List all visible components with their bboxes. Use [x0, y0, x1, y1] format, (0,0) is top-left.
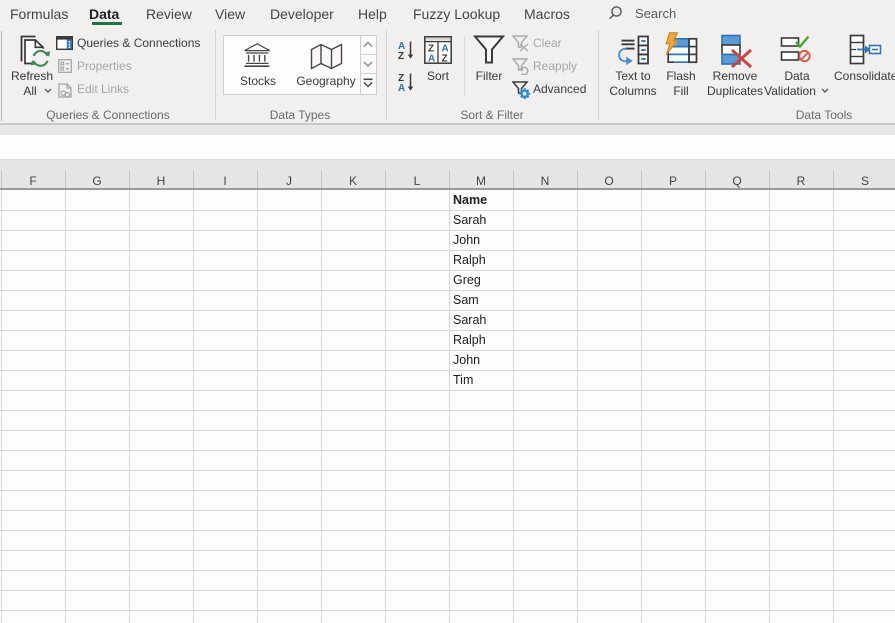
svg-text:A: A: [398, 83, 405, 93]
svg-text:Z: Z: [398, 51, 404, 61]
svg-text:A: A: [428, 54, 435, 65]
svg-text:Z: Z: [442, 54, 448, 65]
